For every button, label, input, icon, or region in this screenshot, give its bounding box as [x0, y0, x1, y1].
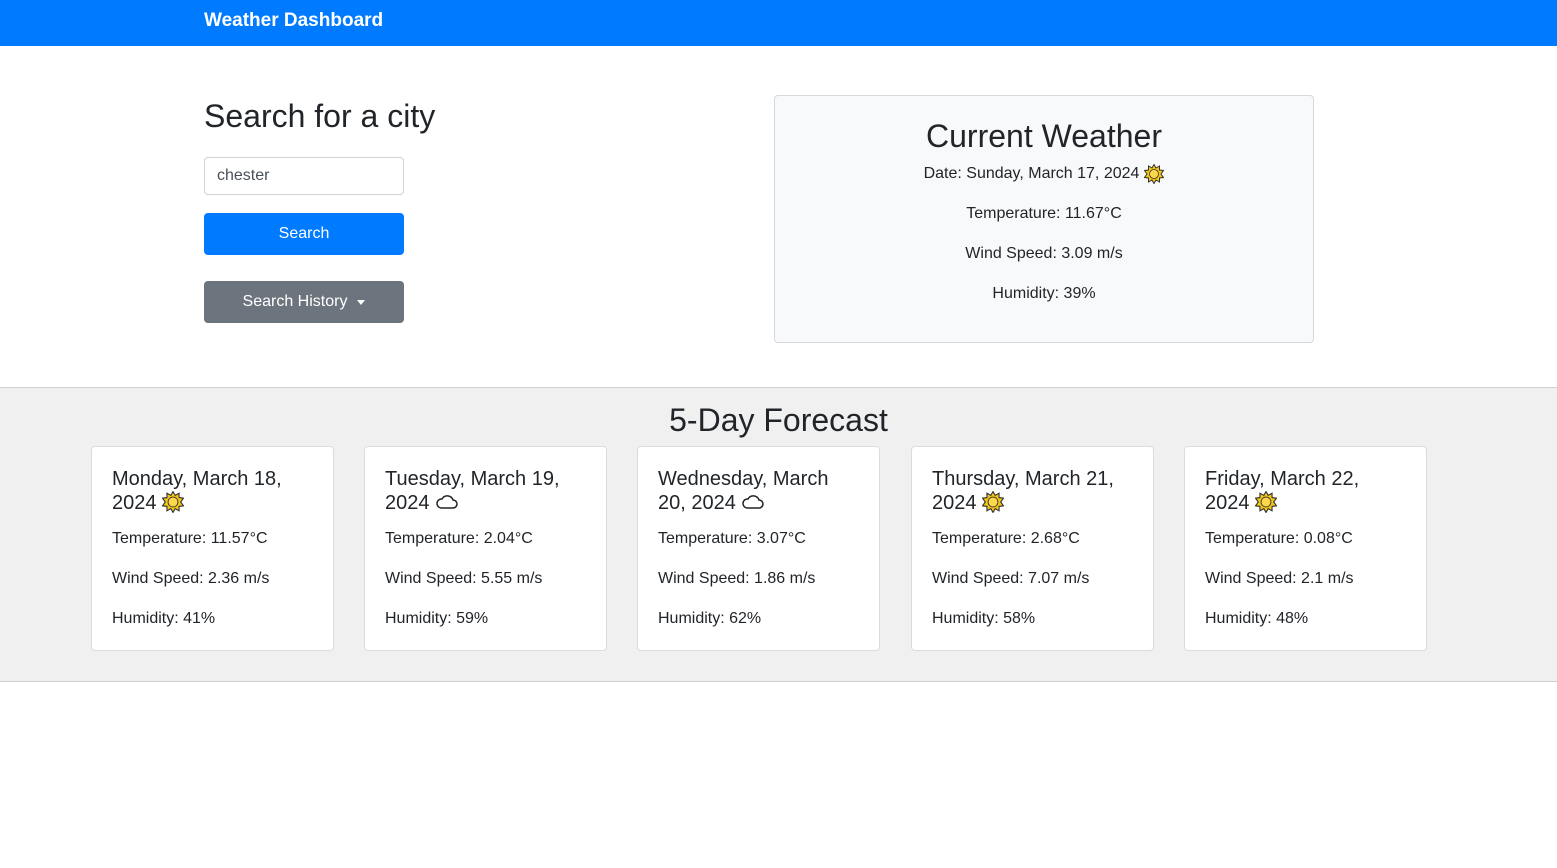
forecast-humidity: Humidity: 41%: [112, 610, 216, 627]
forecast-date-line1: Thursday, March 21,: [932, 468, 1114, 490]
forecast-wind-speed: Wind Speed: 5.55 m/s: [385, 570, 543, 587]
forecast-date: Monday, March 18, 2024: [112, 467, 322, 515]
navbar: Weather Dashboard: [0, 0, 1557, 46]
forecast-temperature: Temperature: 3.07°C: [658, 530, 806, 547]
current-temperature: Temperature: 11.67°C: [966, 205, 1122, 222]
forecast-wind-speed: Wind Speed: 2.1 m/s: [1205, 570, 1354, 587]
forecast-date: Wednesday, March 20, 2024: [658, 467, 868, 515]
forecast-date-line2: 2024: [932, 492, 977, 514]
forecast-date: Friday, March 22, 2024: [1205, 467, 1415, 515]
sun-icon: [162, 491, 185, 514]
forecast-date: Thursday, March 21, 2024: [932, 467, 1142, 515]
forecast-card: Tuesday, March 19, 2024 Temperature: 2.0…: [364, 446, 607, 651]
forecast-wind-speed: Wind Speed: 2.36 m/s: [112, 570, 270, 587]
caret-down-icon: [357, 300, 366, 305]
forecast-temperature: Temperature: 2.04°C: [385, 530, 533, 547]
cloud-icon: [436, 495, 458, 509]
forecast-date-line2: 2024: [112, 492, 157, 514]
current-date-line: Date: Sunday, March 17, 2024: [775, 164, 1313, 184]
forecast-humidity: Humidity: 59%: [385, 610, 489, 627]
forecast-section: 5-Day Forecast Monday, March 18, 2024 Te…: [0, 387, 1557, 682]
search-history-dropdown-button[interactable]: Search History: [204, 281, 404, 323]
current-humidity: Humidity: 39%: [992, 285, 1096, 302]
forecast-humidity: Humidity: 62%: [658, 610, 762, 627]
forecast-title: 5-Day Forecast: [669, 402, 888, 438]
forecast-card: Monday, March 18, 2024 Temperature: 11.5…: [91, 446, 334, 651]
forecast-date-line1: Wednesday, March: [658, 468, 829, 490]
search-history-label: Search History: [242, 293, 348, 310]
sun-icon: [1255, 491, 1278, 514]
forecast-date: Tuesday, March 19, 2024: [385, 467, 595, 515]
current-wind-speed: Wind Speed: 3.09 m/s: [965, 245, 1123, 262]
forecast-temperature: Temperature: 2.68°C: [932, 530, 1080, 547]
forecast-wind-speed: Wind Speed: 1.86 m/s: [658, 570, 816, 587]
forecast-humidity: Humidity: 58%: [932, 610, 1036, 627]
forecast-date-line1: Tuesday, March 19,: [385, 468, 560, 490]
sun-icon: [982, 491, 1005, 514]
forecast-date-line2: 2024: [385, 492, 430, 514]
forecast-date-line2: 2024: [1205, 492, 1250, 514]
forecast-card: Friday, March 22, 2024 Temperature: 0.08…: [1184, 446, 1427, 651]
city-search-input[interactable]: [204, 157, 404, 195]
forecast-card: Thursday, March 21, 2024 Temperature: 2.…: [911, 446, 1154, 651]
forecast-temperature: Temperature: 11.57°C: [112, 530, 268, 547]
current-weather-title: Current Weather: [926, 118, 1162, 154]
current-weather-card: Current Weather Date: Sunday, March 17, …: [774, 95, 1314, 343]
current-date: Date: Sunday, March 17, 2024: [923, 165, 1140, 182]
search-button[interactable]: Search: [204, 213, 404, 255]
navbar-brand[interactable]: Weather Dashboard: [204, 9, 383, 33]
forecast-date-line1: Friday, March 22,: [1205, 468, 1360, 490]
forecast-humidity: Humidity: 48%: [1205, 610, 1309, 627]
cloud-icon: [742, 495, 765, 509]
search-title: Search for a city: [204, 98, 436, 134]
forecast-wind-speed: Wind Speed: 7.07 m/s: [932, 570, 1090, 587]
forecast-date-line1: Monday, March 18,: [112, 468, 282, 490]
forecast-card: Wednesday, March 20, 2024 Temperature: 3…: [637, 446, 880, 651]
forecast-date-line2: 20, 2024: [658, 492, 736, 514]
sun-icon: [1144, 164, 1165, 184]
forecast-temperature: Temperature: 0.08°C: [1205, 530, 1353, 547]
